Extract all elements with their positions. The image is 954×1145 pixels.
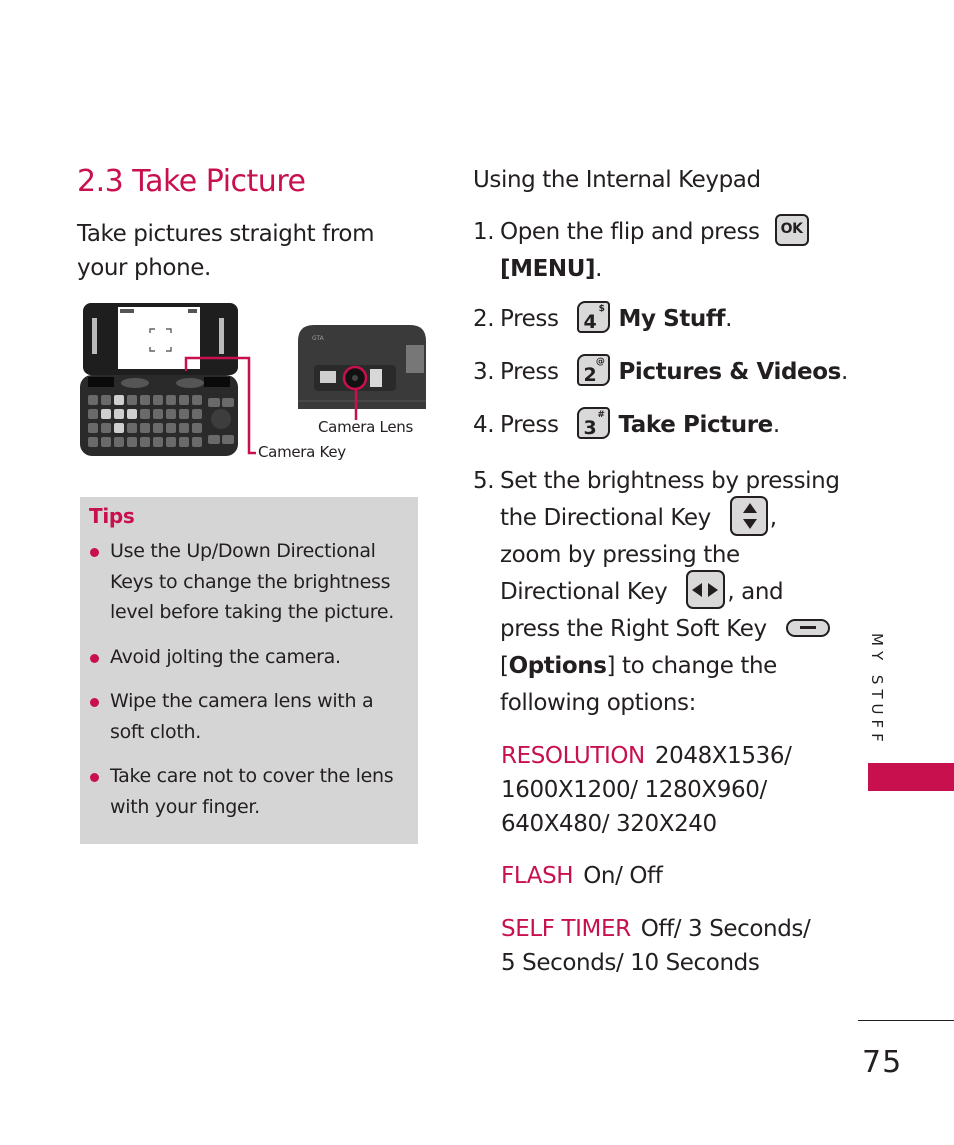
step-5-line: [Options] to change the: [473, 648, 777, 685]
step-text: zoom by pressing the: [500, 542, 740, 568]
punctuation: .: [840, 359, 848, 385]
tip-item: Wipe the camera lens with a soft cloth.: [90, 686, 410, 747]
punctuation: .: [595, 256, 603, 282]
key-symbol: @: [595, 356, 605, 367]
step-3: 3. Press 2 @ Pictures & Videos.: [473, 353, 848, 391]
step-5-line: Directional Key , and: [473, 570, 784, 611]
bullet-icon: [90, 773, 99, 782]
camera-lens-label: Camera Lens: [318, 418, 413, 436]
step-text: Press: [500, 359, 559, 385]
option-resolution: RESOLUTION 2048X1536/ 1600X1200/ 1280X960…: [501, 739, 831, 841]
option-flash: FLASH On/ Off: [501, 859, 831, 893]
right-soft-key-icon: [785, 618, 830, 637]
key-digit: 2: [583, 363, 597, 386]
section-tab-marker: [868, 763, 954, 791]
step-5-line: press the Right Soft Key: [473, 611, 830, 648]
option-label: RESOLUTION: [501, 743, 645, 769]
tip-item: Avoid jolting the camera.: [90, 642, 410, 673]
key-4-icon: 4 $: [577, 300, 611, 333]
step-number: 2.: [473, 306, 495, 332]
menu-label: [MENU]: [500, 256, 596, 282]
key-symbol: #: [597, 409, 605, 420]
tip-text: Take care not to cover the lens with you…: [110, 765, 394, 818]
step-4: 4. Press 3 # Take Picture.: [473, 406, 780, 444]
option-label: SELF TIMER: [501, 916, 631, 942]
step-5-line: following options:: [473, 685, 696, 722]
step-text: Press: [500, 412, 559, 438]
option-label: FLASH: [501, 863, 574, 889]
bullet-icon: [90, 654, 99, 663]
punctuation: ,: [769, 505, 777, 531]
step-text: Set the brightness by pressing: [500, 468, 840, 494]
intro-text: Take pictures straight from your phone.: [77, 221, 375, 281]
step-text: ] to change the: [606, 653, 778, 679]
tip-text: Avoid jolting the camera.: [110, 646, 341, 668]
up-down-key-icon: [729, 495, 768, 536]
section-side-label: MY STUFF: [868, 633, 886, 747]
tips-title: Tips: [89, 504, 135, 528]
page-number: 75: [862, 1045, 903, 1080]
step-number: 1.: [473, 219, 495, 245]
step-number: 4.: [473, 412, 495, 438]
option-self-timer: SELF TIMER Off/ 3 Seconds/ 5 Seconds/ 10 …: [501, 912, 831, 980]
bracket: [: [500, 653, 509, 679]
key-digit: 3: [583, 416, 597, 439]
key-2-icon: 2 @: [577, 353, 611, 386]
page-number-rule: [858, 1020, 954, 1021]
step-text: following options:: [500, 690, 696, 716]
option-value: On/ Off: [583, 863, 663, 889]
camera-key-callout-line: [184, 356, 256, 455]
key-3-icon: 3 #: [577, 406, 611, 439]
bullet-icon: [90, 548, 99, 557]
step-5-line: zoom by pressing the: [473, 537, 740, 574]
svg-text:GTA: GTA: [312, 335, 325, 342]
step-text: Open the flip and press: [500, 219, 760, 245]
punctuation: .: [772, 412, 780, 438]
options-label: Options: [508, 653, 607, 679]
step-target: Take Picture: [618, 412, 773, 438]
camera-lens-callout-line: [354, 388, 358, 420]
step-text: Directional Key: [500, 579, 668, 605]
ok-key-icon: OK: [774, 213, 809, 246]
camera-key-label: Camera Key: [258, 443, 346, 461]
key-digit: 4: [583, 310, 597, 333]
step-5-line: the Directional Key ,: [473, 495, 777, 537]
bullet-icon: [90, 698, 99, 707]
tip-text: Use the Up/Down Directional Keys to chan…: [110, 540, 394, 623]
step-number: 3.: [473, 359, 495, 385]
step-number: 5.: [473, 468, 495, 494]
step-target: My Stuff: [618, 306, 726, 332]
step-text: the Directional Key: [500, 505, 711, 531]
step-target: Pictures & Videos: [618, 359, 841, 385]
tip-item: Take care not to cover the lens with you…: [90, 761, 410, 822]
section-title: 2.3 Take Picture: [77, 164, 306, 199]
key-symbol: $: [598, 303, 605, 314]
phone-back-image: GTA: [298, 325, 426, 409]
left-right-key-icon: [686, 570, 726, 609]
step-text: , and: [727, 579, 784, 605]
tip-text: Wipe the camera lens with a soft cloth.: [110, 690, 374, 743]
punctuation: .: [725, 306, 733, 332]
step-text: press the Right Soft Key: [500, 616, 767, 642]
keypad-heading: Using the Internal Keypad: [473, 167, 761, 193]
step-1: 1. Open the flip and press OK [MENU].: [473, 213, 809, 288]
step-5: 5. Set the brightness by pressing: [473, 463, 840, 500]
tip-item: Use the Up/Down Directional Keys to chan…: [90, 536, 410, 628]
step-2: 2. Press 4 $ My Stuff.: [473, 300, 733, 338]
step-text: Press: [500, 306, 559, 332]
